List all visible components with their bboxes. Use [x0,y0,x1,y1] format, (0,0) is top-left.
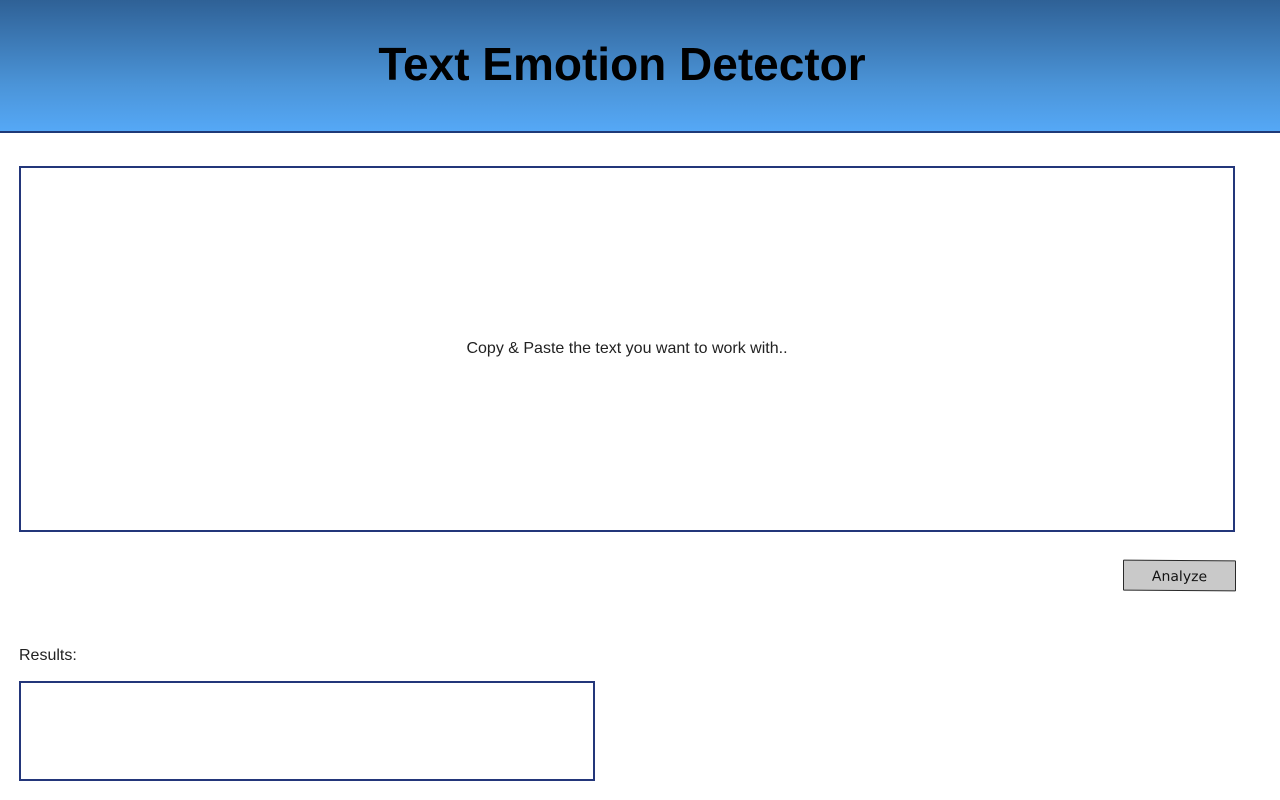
page-title: Text Emotion Detector [378,38,866,90]
text-input-area[interactable]: Copy & Paste the text you want to work w… [19,166,1235,532]
text-input-placeholder: Copy & Paste the text you want to work w… [466,340,788,357]
analyze-button[interactable]: Analyze [1123,559,1236,592]
app-header: Text Emotion Detector [0,0,1280,133]
results-output-box [19,681,595,781]
results-label: Results: [19,647,77,664]
